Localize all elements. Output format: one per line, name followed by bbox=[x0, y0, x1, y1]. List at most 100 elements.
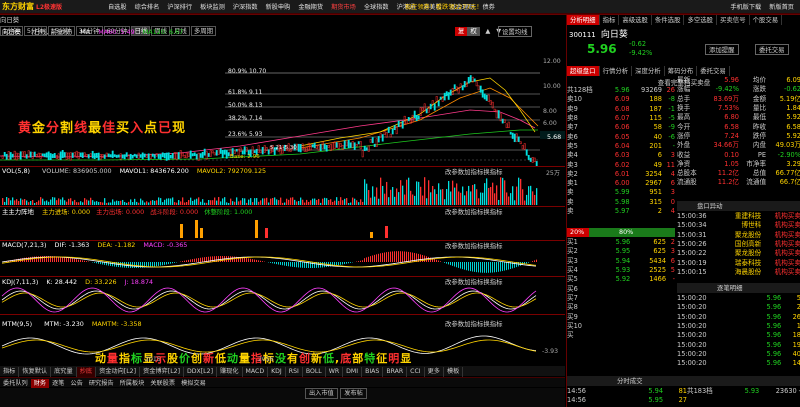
volume-bar bbox=[522, 189, 524, 205]
post-button[interactable]: 发布帖 bbox=[340, 388, 367, 399]
menu-item-8[interactable]: 全球指数 bbox=[360, 2, 393, 13]
volume-bar bbox=[282, 202, 284, 205]
ask-row-cell: 卖9 bbox=[567, 104, 578, 113]
indicator-tab-0[interactable]: 指标 bbox=[0, 367, 20, 377]
ma-settings-button[interactable]: 设置均线 bbox=[498, 26, 532, 37]
up-arrow-icon[interactable]: ▲ bbox=[482, 27, 493, 36]
quote-tab-1[interactable]: 行情分析 bbox=[600, 66, 633, 76]
menu-item-6[interactable]: 金融期货 bbox=[294, 2, 327, 13]
kdj-edit-link[interactable]: 改参数加指标换指标 bbox=[445, 277, 503, 286]
info-tab-1[interactable]: 财务 bbox=[30, 379, 50, 388]
indicator-tab-5[interactable]: 资金博弈[L2] bbox=[140, 367, 184, 377]
info-tab-0[interactable]: 委托队列 bbox=[0, 379, 31, 388]
indicator-tab-14[interactable]: BIAS bbox=[362, 367, 384, 377]
macd-bar bbox=[474, 262, 475, 272]
candle bbox=[73, 152, 76, 156]
info-tab-4[interactable]: 研究报告 bbox=[86, 379, 117, 388]
right-top-tab-1[interactable]: 指标 bbox=[600, 15, 620, 25]
volume-bar bbox=[182, 197, 184, 205]
stat-row-cell: 涨跌 bbox=[752, 85, 767, 94]
right-top-tab-3[interactable]: 条件选股 bbox=[652, 15, 685, 25]
macd-bar bbox=[234, 256, 235, 262]
volume-bar bbox=[474, 184, 476, 205]
info-tab-6[interactable]: 关联股票 bbox=[147, 379, 178, 388]
candle bbox=[191, 153, 194, 157]
candle bbox=[151, 153, 154, 157]
indicator-tab-18[interactable]: 模板 bbox=[444, 367, 464, 377]
ask-table: 共128档 5.96 93269 26 卖10 6.09 188 -8 卖9 6.08 187 -1 卖… bbox=[567, 86, 675, 216]
add-alert-button[interactable]: 添加提醒 bbox=[705, 44, 739, 55]
period-button-8[interactable]: 多周期 bbox=[190, 26, 216, 36]
stat-row-cell: 流通值 bbox=[746, 178, 767, 187]
indicator-tab-7[interactable]: 赚现化 bbox=[217, 367, 243, 377]
right-top-tab-4[interactable]: 多空选股 bbox=[684, 15, 718, 25]
indicator-tab-15[interactable]: BRAR bbox=[383, 367, 408, 377]
macd-bar bbox=[212, 256, 213, 262]
macd-bar bbox=[340, 262, 341, 265]
indicator-tab-1[interactable]: 恢复默认 bbox=[19, 367, 52, 377]
volume-bar bbox=[20, 198, 22, 205]
minute-row: 14:56 5.94 81 bbox=[567, 387, 687, 396]
quote-tab-2[interactable]: 深度分析 bbox=[632, 66, 665, 76]
mtm-edit-link[interactable]: 改参数加指标换指标 bbox=[445, 319, 503, 328]
indicator-tab-11[interactable]: BOLL bbox=[303, 367, 326, 377]
ask-row-cell: 卖4 bbox=[567, 151, 578, 160]
right-top-tab-6[interactable]: 个股交易 bbox=[750, 15, 783, 25]
candle bbox=[453, 84, 456, 90]
candle bbox=[323, 143, 326, 150]
right-top-tab-0[interactable]: 分析明细 bbox=[567, 15, 600, 25]
indicator-tab-17[interactable]: 更多 bbox=[425, 367, 444, 377]
market-value-button[interactable]: 出入市值 bbox=[305, 388, 338, 399]
tick-row-cell: 15:00:20 bbox=[677, 340, 707, 349]
menu-item-3[interactable]: 板块监测 bbox=[196, 2, 229, 13]
ask-row-cell: 11 bbox=[666, 160, 675, 169]
trade-button[interactable]: 委托交易 bbox=[755, 44, 789, 55]
quote-tab-4[interactable]: 委托交易 bbox=[697, 66, 730, 76]
indicator-tab-3[interactable]: 抄底 bbox=[76, 367, 97, 377]
candle bbox=[29, 151, 32, 158]
candle bbox=[215, 150, 218, 156]
right-top-tab-2[interactable]: 高级选股 bbox=[619, 15, 652, 25]
menu-item-0[interactable]: 自选股 bbox=[104, 2, 131, 13]
volume-bar bbox=[514, 200, 516, 205]
indicator-tab-12[interactable]: WR bbox=[326, 367, 344, 377]
macd-bar bbox=[70, 258, 71, 262]
quote-tab-0[interactable]: 超级盘口 bbox=[567, 66, 600, 76]
indicator-tab-8[interactable]: MACD bbox=[243, 367, 269, 377]
indicator-tab-9[interactable]: KDJ bbox=[268, 367, 286, 377]
right-top-tab-5[interactable]: 买卖信号 bbox=[717, 15, 750, 25]
menu-item-1[interactable]: 综合排名 bbox=[131, 2, 164, 13]
indicator-tab-10[interactable]: RSI bbox=[286, 367, 303, 377]
ask-row-cell: 6.02 bbox=[614, 160, 630, 169]
vol-mavol2: MAVOL2: 792709.125 bbox=[196, 167, 267, 175]
menu-item-4[interactable]: 沪深指数 bbox=[229, 2, 262, 13]
indicator-tab-16[interactable]: CCI bbox=[407, 367, 425, 377]
promo-banner[interactable]: 现在领券！看跌领2277元！ bbox=[405, 2, 483, 11]
candle bbox=[523, 143, 526, 150]
flow-row: 15:00:34 博世科 机构买卖 bbox=[677, 221, 800, 230]
info-tab-5[interactable]: 所属板块 bbox=[117, 379, 148, 388]
tick-row: 15:00:20 5.96 26 bbox=[677, 313, 800, 322]
menu-item-5[interactable]: 新股申购 bbox=[262, 2, 295, 13]
volume-bar bbox=[192, 200, 194, 205]
volume-bar bbox=[526, 194, 528, 205]
indicator-tab-4[interactable]: 资金动向[L2] bbox=[96, 367, 141, 377]
quote-tab-3[interactable]: 筹码分布 bbox=[665, 66, 698, 76]
candle bbox=[61, 150, 64, 159]
indicator-tab-6[interactable]: DDX[L2] bbox=[184, 367, 217, 377]
info-tab-7[interactable]: 模拟交易 bbox=[178, 379, 209, 388]
indicator-tab-2[interactable]: 底究量 bbox=[51, 367, 77, 377]
right-menu-item-1[interactable]: 新版首页 bbox=[765, 2, 798, 11]
info-tab-2[interactable]: 逐笔 bbox=[49, 379, 67, 388]
info-tab-3[interactable]: 公告 bbox=[68, 379, 86, 388]
indicator-tab-13[interactable]: DMI bbox=[343, 367, 363, 377]
candle bbox=[3, 151, 6, 157]
volume-bar bbox=[32, 200, 34, 205]
right-menu-item-0[interactable]: 手机版下载 bbox=[726, 2, 765, 11]
menu-item-7[interactable]: 期货市场 bbox=[327, 2, 360, 13]
menu-item-2[interactable]: 沪深排行 bbox=[163, 2, 196, 13]
macd-bar bbox=[170, 262, 171, 264]
qfq-button[interactable]: 权 bbox=[467, 27, 480, 36]
fq-button[interactable]: 复 bbox=[455, 27, 468, 36]
volume-bar bbox=[202, 199, 204, 205]
